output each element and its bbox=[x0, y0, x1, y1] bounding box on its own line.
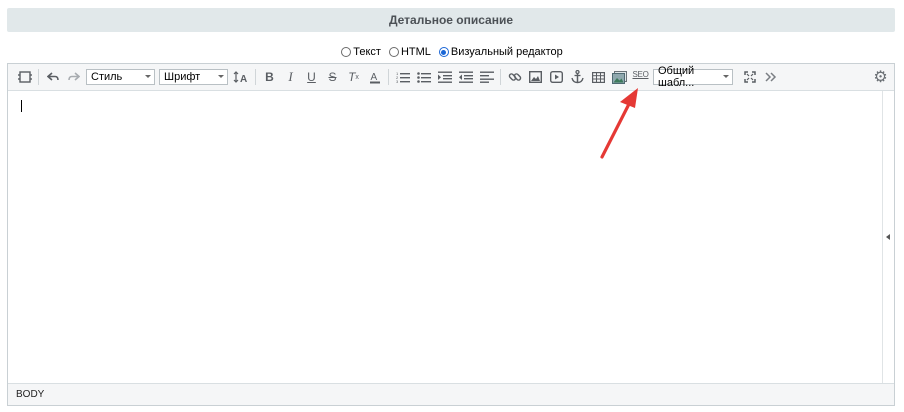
undo-icon[interactable] bbox=[42, 67, 63, 87]
editor-toolbar: Стиль Шрифт A B I U S Tx A 123 SEO Общий… bbox=[8, 64, 894, 91]
strikethrough-icon[interactable]: S bbox=[322, 67, 343, 87]
editor-statusbar: BODY bbox=[8, 383, 894, 405]
mode-radio-html[interactable] bbox=[388, 47, 399, 57]
section-title: Детальное описание bbox=[388, 13, 514, 27]
table-icon[interactable] bbox=[588, 67, 609, 87]
toolbar-separator bbox=[38, 69, 39, 85]
link-icon[interactable] bbox=[504, 67, 525, 87]
fullscreen-icon[interactable] bbox=[739, 67, 760, 87]
section-header: Детальное описание bbox=[7, 8, 895, 32]
toolbar-separator bbox=[388, 69, 389, 85]
mode-label-text[interactable]: Текст bbox=[353, 46, 381, 58]
more-icon[interactable] bbox=[760, 67, 781, 87]
style-select[interactable]: Стиль bbox=[86, 69, 155, 85]
editor-mode-selector: Текст HTML Визуальный редактор bbox=[0, 44, 904, 60]
chevron-left-icon bbox=[886, 234, 890, 240]
text-color-icon[interactable]: A bbox=[364, 67, 385, 87]
element-path[interactable]: BODY bbox=[16, 389, 44, 400]
mode-option-visual[interactable]: Визуальный редактор bbox=[438, 46, 563, 58]
outdent-icon[interactable] bbox=[455, 67, 476, 87]
seo-button[interactable]: SEO bbox=[630, 67, 651, 87]
anchor-icon[interactable] bbox=[567, 67, 588, 87]
mode-option-html[interactable]: HTML bbox=[388, 46, 431, 58]
gear-icon[interactable]: ⚙ bbox=[870, 67, 891, 87]
toolbar-separator bbox=[255, 69, 256, 85]
editor-content-area[interactable] bbox=[8, 91, 882, 383]
text-caret bbox=[21, 100, 22, 112]
template-select[interactable]: Общий шабл... bbox=[653, 65, 733, 89]
seo-label: SEO bbox=[632, 70, 649, 79]
chevron-down-icon bbox=[723, 75, 729, 78]
svg-text:3: 3 bbox=[396, 79, 399, 83]
bold-icon[interactable]: B bbox=[259, 67, 280, 87]
mode-radio-text[interactable] bbox=[341, 47, 352, 57]
italic-icon[interactable]: I bbox=[280, 67, 301, 87]
template-select-value: Общий шабл... bbox=[658, 65, 695, 89]
source-toggle-icon[interactable] bbox=[14, 67, 35, 87]
insert-gallery-icon[interactable] bbox=[609, 67, 630, 87]
editor-side-panel-toggle[interactable] bbox=[882, 91, 894, 383]
mode-radio-visual[interactable] bbox=[438, 47, 449, 57]
mode-label-html[interactable]: HTML bbox=[401, 46, 431, 58]
style-select-value: Стиль bbox=[91, 71, 123, 83]
chevron-down-icon bbox=[218, 75, 224, 78]
font-select[interactable]: Шрифт bbox=[159, 69, 228, 85]
visual-editor: Стиль Шрифт A B I U S Tx A 123 SEO Общий… bbox=[7, 63, 895, 406]
chevron-down-icon bbox=[145, 75, 151, 78]
align-left-icon[interactable] bbox=[476, 67, 497, 87]
redo-icon[interactable] bbox=[63, 67, 84, 87]
svg-text:A: A bbox=[370, 72, 377, 83]
indent-icon[interactable] bbox=[434, 67, 455, 87]
svg-text:A: A bbox=[240, 74, 247, 83]
font-select-value: Шрифт bbox=[164, 71, 201, 83]
clear-format-icon[interactable]: Tx bbox=[343, 67, 364, 87]
video-icon[interactable] bbox=[546, 67, 567, 87]
image-icon[interactable] bbox=[525, 67, 546, 87]
font-size-icon[interactable]: A bbox=[230, 67, 252, 87]
bullet-list-icon[interactable] bbox=[413, 67, 434, 87]
mode-option-text[interactable]: Текст bbox=[341, 46, 381, 58]
ordered-list-icon[interactable]: 123 bbox=[392, 67, 413, 87]
underline-icon[interactable]: U bbox=[301, 67, 322, 87]
toolbar-separator bbox=[500, 69, 501, 85]
mode-label-visual[interactable]: Визуальный редактор bbox=[451, 46, 563, 58]
